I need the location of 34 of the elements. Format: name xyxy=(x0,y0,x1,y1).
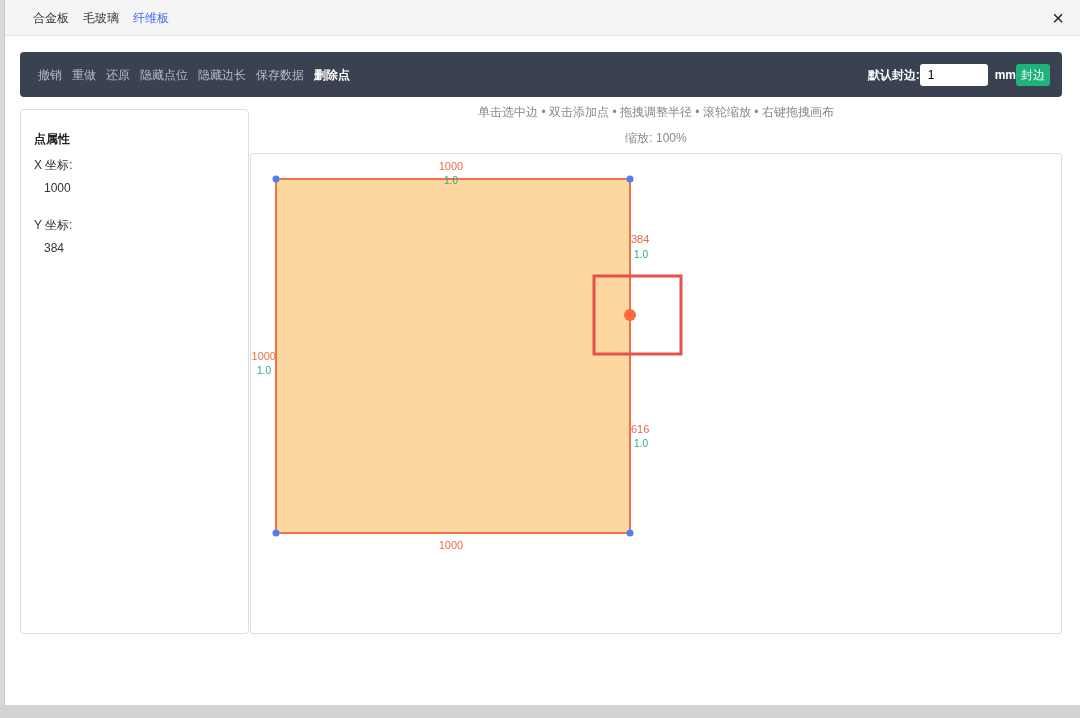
edge-factor-label: 1.0 xyxy=(634,438,648,449)
toolbar-button[interactable]: 重做 xyxy=(72,65,96,84)
edge-input[interactable]: 1 xyxy=(919,63,988,86)
zoom-level: 缩放: 100% xyxy=(624,130,688,147)
field-value: 1000 xyxy=(43,180,72,197)
edge-factor-label: 1.0 xyxy=(257,365,271,376)
toolbar-button[interactable]: 撤销 xyxy=(38,65,62,84)
tab[interactable]: 毛玻璃 xyxy=(83,8,119,27)
panel-title: 点属性 xyxy=(34,131,71,148)
vertex-handle[interactable] xyxy=(272,175,280,183)
toolbar-button[interactable]: 还原 xyxy=(106,65,130,84)
edge-length-label: 1000 xyxy=(438,539,464,551)
field-label: Y 坐标: xyxy=(34,217,74,234)
hint-text: 单击选中边 • 双击添加点 • 拖拽调整半径 • 滚轮缩放 • 右键拖拽画布 xyxy=(477,104,835,121)
toolbar-button[interactable]: 保存数据 xyxy=(256,65,304,84)
edge-length-label: 1000 xyxy=(438,160,464,172)
tab[interactable]: 合金板 xyxy=(33,8,69,27)
unit-label: mm xyxy=(994,66,1016,84)
edge-factor-label: 1.0 xyxy=(444,175,458,186)
edge-length-label: 384 xyxy=(631,233,650,245)
vertex-handle[interactable] xyxy=(626,175,634,183)
toolbar-button[interactable]: 隐藏点位 xyxy=(140,65,188,84)
edge-factor-label: 1.0 xyxy=(634,249,648,260)
tab[interactable]: 纤维板 xyxy=(133,8,169,27)
field-label: X 坐标: xyxy=(34,157,74,174)
edge-label: 默认封边: xyxy=(867,66,920,84)
toolbar-button[interactable]: 隐藏边长 xyxy=(198,65,246,84)
vertex-handle[interactable] xyxy=(272,529,280,537)
selected-point[interactable] xyxy=(624,309,636,321)
toolbar-button[interactable]: 删除点 xyxy=(314,65,350,84)
edge-length-label: 616 xyxy=(631,423,650,435)
field-value: 384 xyxy=(43,240,66,257)
vertex-handle[interactable] xyxy=(626,529,634,537)
close-button[interactable]: × xyxy=(1048,7,1068,28)
